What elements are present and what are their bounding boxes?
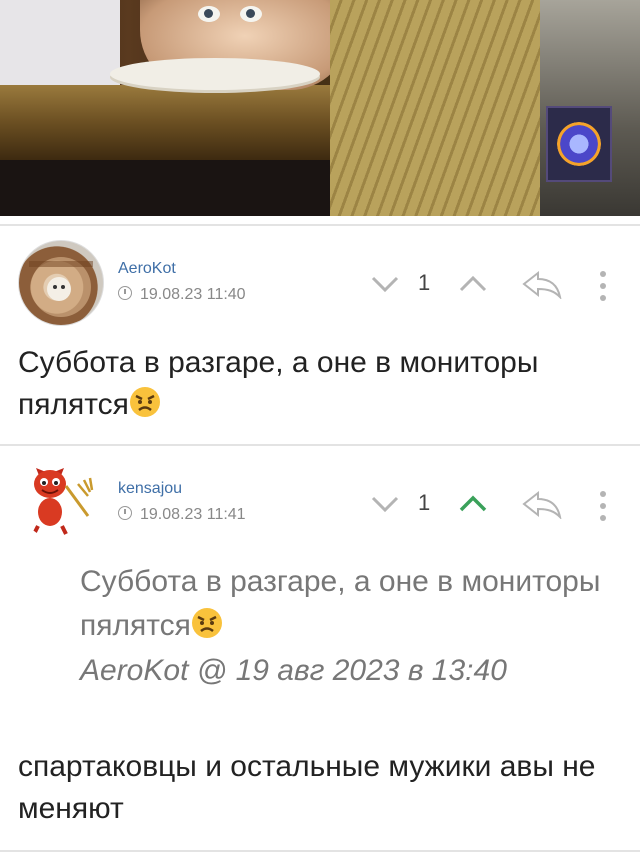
avatar[interactable] xyxy=(18,240,104,326)
divider xyxy=(0,444,640,446)
clock-icon xyxy=(118,286,132,300)
comment-author[interactable]: kensajou xyxy=(118,480,182,498)
angry-emoji-icon xyxy=(129,387,160,417)
vote-count: 1 xyxy=(418,270,431,295)
quote-author[interactable]: AeroKot xyxy=(80,654,188,687)
image-eye-left xyxy=(198,6,220,22)
quoted-text: Суббота в разгаре, а оне в мониторы пяля… xyxy=(80,560,620,648)
reply-icon[interactable] xyxy=(520,269,564,299)
quote-meta: AeroKot @ 19 авг 2023 в 13:40 xyxy=(80,654,507,688)
divider xyxy=(0,850,640,852)
image-plate xyxy=(110,58,320,90)
image-eye-right xyxy=(240,6,262,22)
more-icon[interactable] xyxy=(598,488,608,524)
vote-up-icon[interactable] xyxy=(458,272,488,296)
clock-icon xyxy=(118,506,132,520)
quote-date: 19 авг 2023 в 13:40 xyxy=(235,654,507,687)
comment-date: 19.08.23 11:40 xyxy=(118,286,246,304)
angry-emoji-icon xyxy=(191,608,222,638)
comment-text: спартаковцы и остальные мужики авы не ме… xyxy=(18,746,622,830)
vote-down-icon[interactable] xyxy=(370,272,400,296)
vote-count: 1 xyxy=(418,490,431,515)
comment-text-content: спартаковцы и остальные мужики авы не ме… xyxy=(18,750,596,825)
avatar[interactable] xyxy=(18,456,102,540)
vote-up-icon[interactable] xyxy=(458,492,488,516)
comment-date-text: 19.08.23 11:41 xyxy=(140,506,246,523)
quote-at: @ xyxy=(196,654,228,687)
quoted-text-content: Суббота в разгаре, а оне в мониторы пяля… xyxy=(80,565,601,642)
divider xyxy=(0,224,640,226)
comment-date: 19.08.23 11:41 xyxy=(118,506,246,524)
more-icon[interactable] xyxy=(598,268,608,304)
comment-author[interactable]: AeroKot xyxy=(118,260,176,278)
image-table xyxy=(0,85,380,160)
comment-date-text: 19.08.23 11:40 xyxy=(140,286,246,303)
comment-actions: 1 xyxy=(370,486,620,526)
comment-text-content: Суббота в разгаре, а оне в мониторы пяля… xyxy=(18,346,539,421)
comment-header: AeroKot 19.08.23 11:40 1 xyxy=(0,236,640,326)
comment-header: kensajou 19.08.23 11:41 1 xyxy=(0,456,640,546)
reply-icon[interactable] xyxy=(520,489,564,519)
comment-actions: 1 xyxy=(370,266,620,306)
comment-text: Суббота в разгаре, а оне в мониторы пяля… xyxy=(18,342,622,426)
post-image[interactable] xyxy=(0,0,640,216)
vote-down-icon[interactable] xyxy=(370,492,400,516)
channel-logo xyxy=(546,106,612,182)
